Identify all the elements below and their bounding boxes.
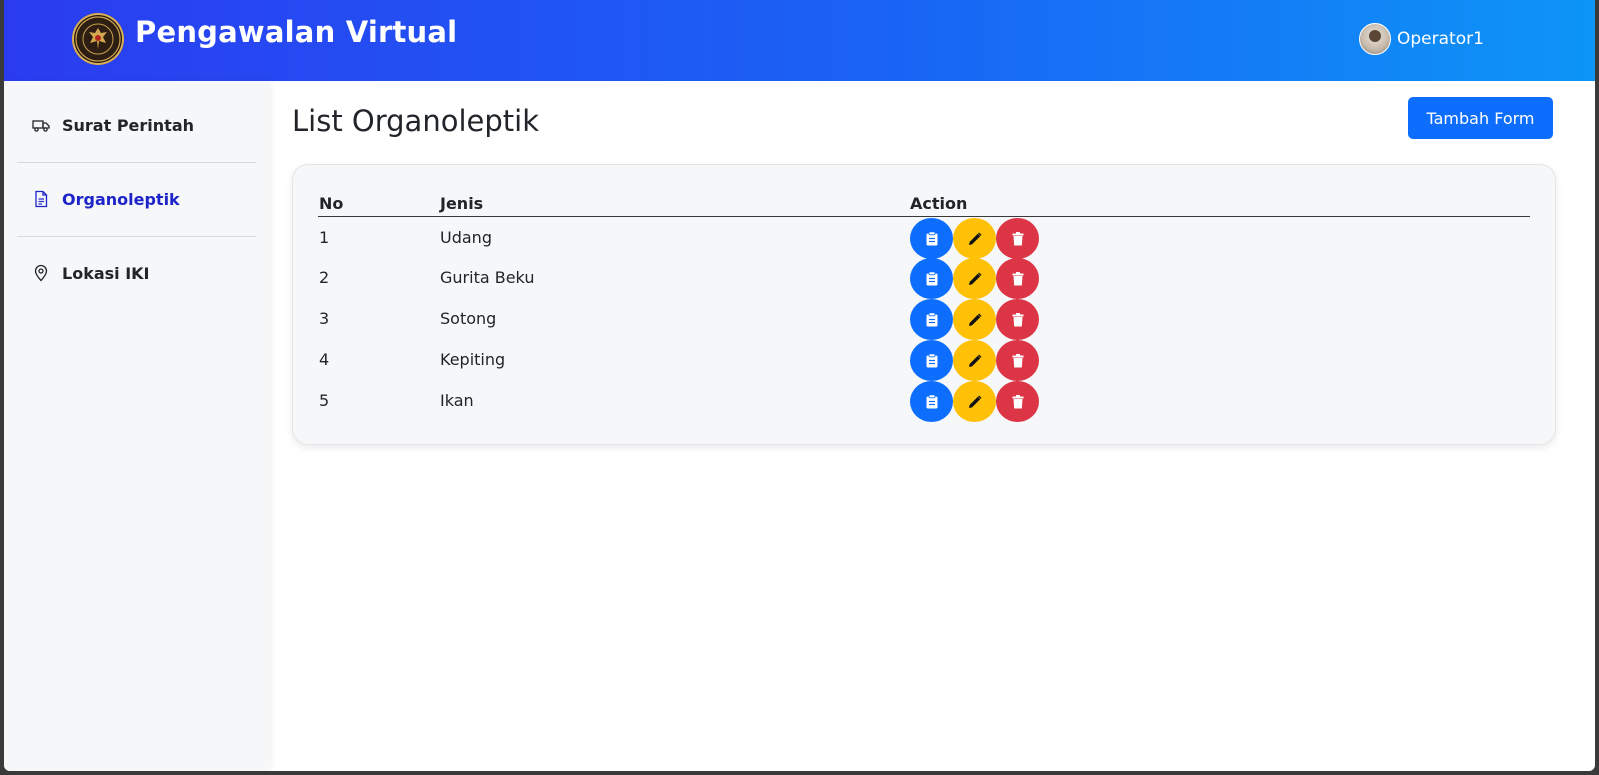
edit-button[interactable]: [953, 340, 996, 381]
trash-icon: [1012, 312, 1023, 326]
trash-icon: [1012, 394, 1023, 408]
view-button[interactable]: [910, 299, 953, 340]
row-jenis: Udang: [440, 228, 492, 247]
pencil-icon: [968, 395, 981, 408]
table-row: 1 Udang: [293, 218, 1555, 259]
document-icon: [35, 190, 48, 208]
table-header-divider: [318, 216, 1530, 217]
row-no: 5: [319, 391, 330, 410]
delete-button[interactable]: [996, 381, 1039, 422]
sidebar-divider: [17, 236, 256, 237]
clipboard-icon: [926, 231, 937, 246]
delete-button[interactable]: [996, 299, 1039, 340]
edit-button[interactable]: [953, 381, 996, 422]
sidebar-item-label: Lokasi IKI: [62, 263, 150, 283]
table-row: 5 Ikan: [293, 381, 1555, 422]
page-title: List Organoleptik: [292, 104, 539, 138]
trash-icon: [1012, 271, 1023, 285]
row-no: 4: [319, 350, 330, 369]
garuda-logo-icon: [72, 13, 124, 65]
row-jenis: Kepiting: [440, 350, 506, 369]
row-jenis: Gurita Beku: [440, 268, 535, 287]
user-menu[interactable]: Operator1: [1359, 23, 1484, 55]
row-jenis: Ikan: [440, 391, 474, 410]
top-navbar: Pengawalan Virtual Operator1: [4, 0, 1595, 81]
app-window: Pengawalan Virtual Operator1 Surat Perin…: [4, 0, 1595, 771]
column-header-jenis: Jenis: [440, 194, 484, 213]
row-no: 3: [319, 309, 330, 328]
row-no: 2: [319, 268, 330, 287]
column-header-no: No: [319, 194, 344, 213]
pencil-icon: [968, 272, 981, 285]
row-jenis: Sotong: [440, 309, 497, 328]
avatar[interactable]: [1359, 23, 1391, 55]
view-button[interactable]: [910, 340, 953, 381]
row-no: 1: [319, 228, 330, 247]
table-row: 4 Kepiting: [293, 340, 1555, 381]
edit-button[interactable]: [953, 218, 996, 259]
view-button[interactable]: [910, 218, 953, 259]
clipboard-icon: [926, 394, 937, 409]
table-row: 2 Gurita Beku: [293, 258, 1555, 299]
truck-icon: [32, 120, 50, 132]
edit-button[interactable]: [953, 299, 996, 340]
sidebar-item-organoleptik[interactable]: Organoleptik: [32, 185, 180, 213]
view-button[interactable]: [910, 381, 953, 422]
clipboard-icon: [926, 271, 937, 286]
sidebar-item-surat-perintah[interactable]: Surat Perintah: [32, 111, 194, 139]
sidebar: Surat Perintah Organoleptik Lokasi IKI: [4, 81, 269, 771]
clipboard-icon: [926, 353, 937, 368]
pencil-icon: [968, 354, 981, 367]
user-name[interactable]: Operator1: [1397, 29, 1484, 49]
delete-button[interactable]: [996, 340, 1039, 381]
delete-button[interactable]: [996, 218, 1039, 259]
edit-button[interactable]: [953, 258, 996, 299]
app-title[interactable]: Pengawalan Virtual: [135, 15, 457, 49]
sidebar-item-label: Organoleptik: [62, 189, 180, 209]
sidebar-item-lokasi-iki[interactable]: Lokasi IKI: [32, 259, 150, 287]
delete-button[interactable]: [996, 258, 1039, 299]
table-row: 3 Sotong: [293, 299, 1555, 340]
table-card: No Jenis Action 1 Udang 2 Gurita Beku 3 …: [292, 164, 1556, 445]
sidebar-divider: [17, 162, 256, 163]
trash-icon: [1012, 353, 1023, 367]
clipboard-icon: [926, 312, 937, 327]
pencil-icon: [968, 232, 981, 245]
sidebar-item-label: Surat Perintah: [62, 115, 194, 135]
view-button[interactable]: [910, 258, 953, 299]
add-form-button[interactable]: Tambah Form: [1408, 97, 1553, 139]
pencil-icon: [968, 313, 981, 326]
trash-icon: [1012, 231, 1023, 245]
column-header-action: Action: [910, 194, 968, 213]
map-pin-icon: [34, 264, 48, 282]
